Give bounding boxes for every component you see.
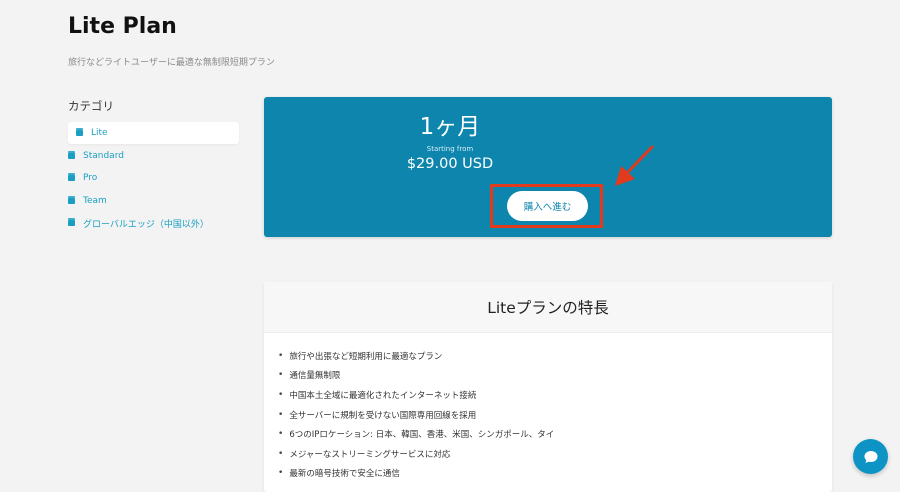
category-item-global-edge[interactable]: グローバルエッジ（中国以外） bbox=[68, 212, 239, 234]
plan-duration: 1ヶ月 bbox=[419, 114, 481, 140]
feature-list: 旅行や出張など短期利用に最適なプラン 通信量無制限 中国本土全域に最適化されたイ… bbox=[278, 346, 554, 483]
category-label: Team bbox=[83, 195, 107, 206]
plan-price: $29.00 USD bbox=[406, 156, 494, 172]
page-title: Lite Plan bbox=[68, 14, 177, 39]
category-label: グローバルエッジ（中国以外） bbox=[83, 219, 209, 230]
features-title: Liteプランの特長 bbox=[264, 282, 832, 333]
feature-item: 通信量無制限 bbox=[278, 366, 554, 386]
feature-item: メジャーなストリーミングサービスに対応 bbox=[278, 444, 554, 464]
box-icon bbox=[68, 195, 75, 204]
feature-item: 中国本土全域に最適化されたインターネット接続 bbox=[278, 385, 554, 405]
feature-item: 最新の暗号技術で安全に通信 bbox=[278, 464, 554, 484]
feature-item: 全サーバーに規制を受けない国際専用回線を採用 bbox=[278, 405, 554, 425]
feature-item: 旅行や出張など短期利用に最適なプラン bbox=[278, 346, 554, 366]
feature-item: 6つのIPロケーション: 日本、韓国、香港、米国、シンガポール、タイ bbox=[278, 424, 554, 444]
plan-starting-label: Starting from bbox=[426, 145, 474, 153]
box-icon bbox=[68, 173, 75, 182]
page-subtitle: 旅行などライトユーザーに最適な無制限短期プラン bbox=[68, 58, 275, 68]
chat-bubble-icon bbox=[864, 450, 877, 463]
category-label: Pro bbox=[83, 173, 98, 184]
chat-button[interactable] bbox=[853, 439, 888, 474]
box-icon bbox=[68, 218, 75, 227]
arrow-icon bbox=[615, 145, 654, 186]
highlight-box bbox=[490, 184, 603, 228]
category-item-team[interactable]: Team bbox=[68, 190, 239, 212]
